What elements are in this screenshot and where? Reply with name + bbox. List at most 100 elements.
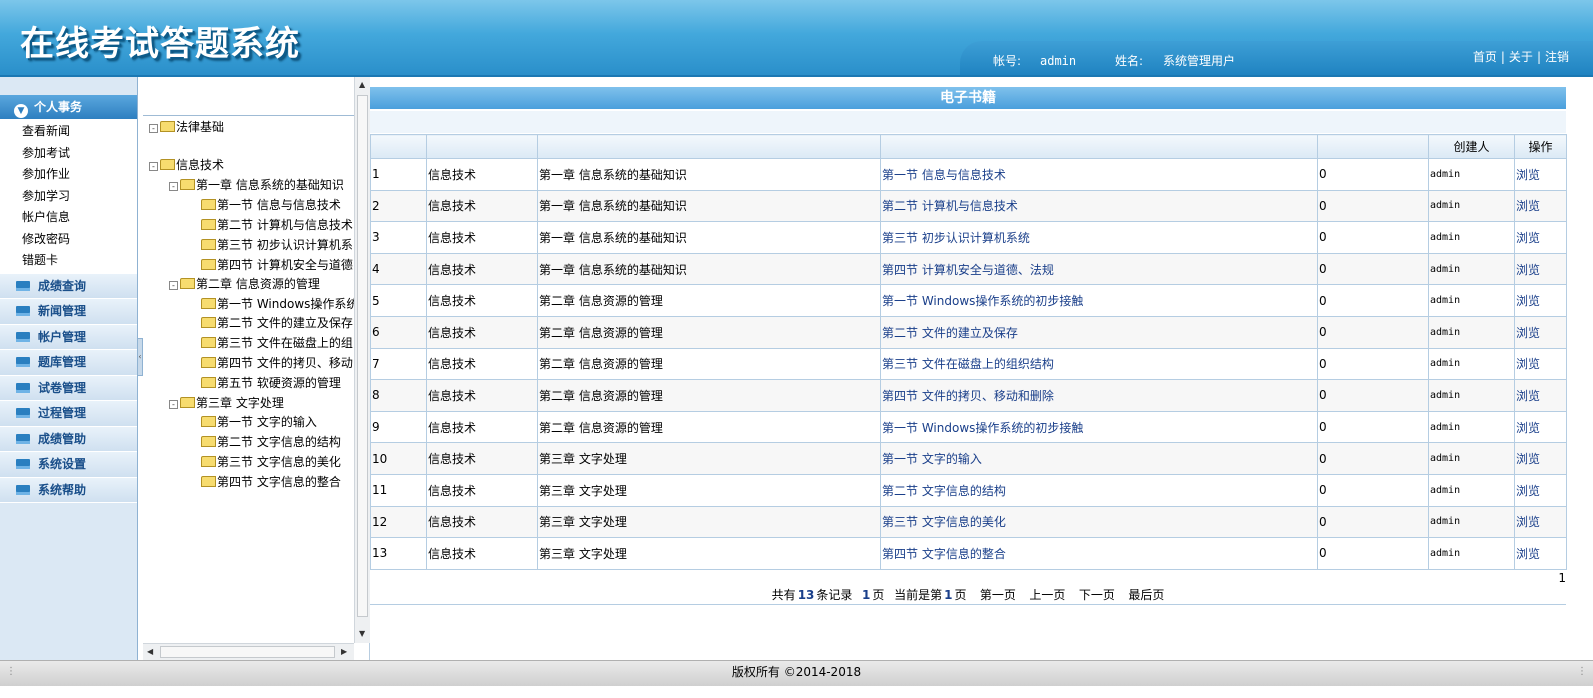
browse-link[interactable]: 浏览 <box>1514 505 1567 539</box>
menu-item-homework[interactable]: 参加作业 <box>0 164 137 186</box>
scroll-down-icon[interactable]: ▼ <box>359 629 365 638</box>
collapse-icon[interactable]: - <box>169 400 178 409</box>
account-label: 帐号: <box>993 54 1022 68</box>
scroll-left-icon[interactable]: ◀ <box>147 647 153 656</box>
folder-icon <box>16 484 30 495</box>
column-header[interactable] <box>880 134 1318 159</box>
menu-item-change-password[interactable]: 修改密码 <box>0 229 137 251</box>
browse-link[interactable]: 浏览 <box>1514 284 1567 317</box>
menu-item-view-news[interactable]: 查看新闻 <box>0 121 137 143</box>
row-section-link[interactable]: 第四节 文字信息的整合 <box>880 537 1318 570</box>
logout-link[interactable]: 注销 <box>1545 50 1569 64</box>
tree-node-section[interactable]: 第三节 文件在磁盘上的组 <box>201 334 353 352</box>
menu-group-exam-paper[interactable]: 试卷管理 <box>0 375 137 401</box>
first-page-link[interactable]: 第一页 <box>980 588 1016 602</box>
tree-node-section[interactable]: 第三节 文字信息的美化 <box>201 453 341 471</box>
tree-horizontal-scrollbar[interactable]: ◀ ▶ <box>143 643 354 660</box>
row-section-link[interactable]: 第二节 文字信息的结构 <box>880 473 1318 507</box>
category-tree: - 法律基础 - 信息技术 - 第一章 信息系统的基础知识 第一节 信息与信息技术 第… <box>143 77 370 660</box>
tree-node-section[interactable]: 第三节 初步认识计算机系 <box>201 236 353 254</box>
column-header-creator[interactable]: 创建人 <box>1428 134 1515 159</box>
row-section-link[interactable]: 第一节 文字的输入 <box>880 442 1318 475</box>
row-section-link[interactable]: 第四节 文件的拷贝、移动和删除 <box>880 379 1318 412</box>
tree-node-section[interactable]: 第四节 文字信息的整合 <box>201 473 341 491</box>
folder-icon <box>201 416 216 427</box>
row-chapter: 第一章 信息系统的基础知识 <box>537 158 881 191</box>
menu-item-wrong-questions[interactable]: 错题卡 <box>0 250 137 272</box>
menu-item-account-info[interactable]: 帐户信息 <box>0 207 137 229</box>
row-section-link[interactable]: 第四节 计算机安全与道德、法规 <box>880 252 1318 286</box>
tree-node-chapter[interactable]: - 第一章 信息系统的基础知识 <box>169 176 344 194</box>
menu-group-question-bank[interactable]: 题库管理 <box>0 350 137 376</box>
browse-link[interactable]: 浏览 <box>1514 537 1567 570</box>
tree-node-section[interactable]: 第四节 文件的拷贝、移动 <box>201 354 353 372</box>
browse-link[interactable]: 浏览 <box>1514 315 1567 349</box>
tree-node-section[interactable]: 第一节 文字的输入 <box>201 413 317 431</box>
tree-node-section[interactable]: 第一节 Windows操作系统的 <box>201 295 354 313</box>
row-section-link[interactable]: 第三节 文字信息的美化 <box>880 505 1318 539</box>
tree-node-section[interactable]: 第二节 文字信息的结构 <box>201 433 341 451</box>
row-section-link[interactable]: 第一节 信息与信息技术 <box>880 158 1318 191</box>
menu-group-help[interactable]: 系统帮助 <box>0 477 137 503</box>
browse-link[interactable]: 浏览 <box>1514 347 1567 381</box>
menu-item-study[interactable]: 参加学习 <box>0 186 137 208</box>
browse-link[interactable]: 浏览 <box>1514 158 1567 191</box>
menu-group-settings[interactable]: 系统设置 <box>0 452 137 478</box>
menu-group-personal[interactable]: ▼ 个人事务 <box>0 95 137 119</box>
collapse-icon[interactable]: - <box>169 182 178 191</box>
last-page-link[interactable]: 最后页 <box>1128 588 1164 602</box>
row-section-link[interactable]: 第二节 计算机与信息技术 <box>880 189 1318 223</box>
browse-link[interactable]: 浏览 <box>1514 221 1567 254</box>
about-link[interactable]: 关于 <box>1509 50 1533 64</box>
column-header[interactable] <box>1317 134 1429 159</box>
scroll-up-icon[interactable]: ▲ <box>359 80 365 89</box>
row-section-link[interactable]: 第三节 文件在磁盘上的组织结构 <box>880 347 1318 381</box>
column-header[interactable] <box>370 134 427 159</box>
prev-page-link[interactable]: 上一页 <box>1029 588 1065 602</box>
browse-link[interactable]: 浏览 <box>1514 379 1567 412</box>
row-section-link[interactable]: 第三节 初步认识计算机系统 <box>880 221 1318 254</box>
pager-pages-suffix: 页 <box>872 588 885 602</box>
scroll-right-icon[interactable]: ▶ <box>341 647 347 656</box>
folder-icon <box>201 298 216 309</box>
tree-node-section[interactable]: 第二节 计算机与信息技术 <box>201 216 353 234</box>
column-header[interactable] <box>537 134 881 159</box>
row-section-link[interactable]: 第一节 Windows操作系统的初步接触 <box>880 284 1318 317</box>
table-row: 8 信息技术 第二章 信息资源的管理 第四节 文件的拷贝、移动和删除 0 admin 浏览 <box>370 379 1567 412</box>
home-link[interactable]: 首页 <box>1473 50 1497 64</box>
column-header-action[interactable]: 操作 <box>1514 134 1567 159</box>
menu-group-process[interactable]: 过程管理 <box>0 401 137 427</box>
browse-link[interactable]: 浏览 <box>1514 442 1567 475</box>
browse-link[interactable]: 浏览 <box>1514 189 1567 223</box>
collapse-icon[interactable]: - <box>149 124 158 133</box>
tree-vertical-scrollbar[interactable]: ▲ ▼ <box>354 77 370 643</box>
folder-icon <box>201 317 216 328</box>
table-row: 11 信息技术 第三章 文字处理 第二节 文字信息的结构 0 admin 浏览 <box>370 473 1567 507</box>
menu-item-take-exam[interactable]: 参加考试 <box>0 143 137 165</box>
tree-node-chapter[interactable]: - 第二章 信息资源的管理 <box>169 275 320 293</box>
tree-node-root[interactable]: - 信息技术 <box>149 156 224 174</box>
browse-link[interactable]: 浏览 <box>1514 473 1567 507</box>
folder-icon <box>180 397 195 408</box>
menu-group-score-help[interactable]: 成绩管助 <box>0 426 137 452</box>
collapse-icon[interactable]: - <box>169 281 178 290</box>
menu-group-news-admin[interactable]: 新闻管理 <box>0 299 137 325</box>
next-page-link[interactable]: 下一页 <box>1079 588 1115 602</box>
scroll-thumb[interactable] <box>357 95 368 617</box>
tree-node-section[interactable]: 第二节 文件的建立及保存 <box>201 314 353 332</box>
row-section-link[interactable]: 第一节 Windows操作系统的初步接触 <box>880 410 1318 444</box>
tree-node-section[interactable]: 第四节 计算机安全与道德 <box>201 256 353 274</box>
menu-group-account-admin[interactable]: 帐户管理 <box>0 324 137 350</box>
tree-node-root[interactable]: - 法律基础 <box>149 118 224 136</box>
column-header[interactable] <box>426 134 538 159</box>
row-section-link[interactable]: 第二节 文件的建立及保存 <box>880 315 1318 349</box>
tree-node-section[interactable]: 第一节 信息与信息技术 <box>201 196 341 214</box>
tree-node-chapter[interactable]: - 第三章 文字处理 <box>169 394 284 412</box>
scroll-thumb[interactable] <box>160 646 335 658</box>
browse-link[interactable]: 浏览 <box>1514 252 1567 286</box>
browse-link[interactable]: 浏览 <box>1514 410 1567 444</box>
menu-group-score-query[interactable]: 成绩查询 <box>0 273 137 299</box>
table-row: 2 信息技术 第一章 信息系统的基础知识 第二节 计算机与信息技术 0 admin 浏览 <box>370 189 1567 223</box>
tree-node-section[interactable]: 第五节 软硬资源的管理 <box>201 374 341 392</box>
collapse-icon[interactable]: - <box>149 162 158 171</box>
